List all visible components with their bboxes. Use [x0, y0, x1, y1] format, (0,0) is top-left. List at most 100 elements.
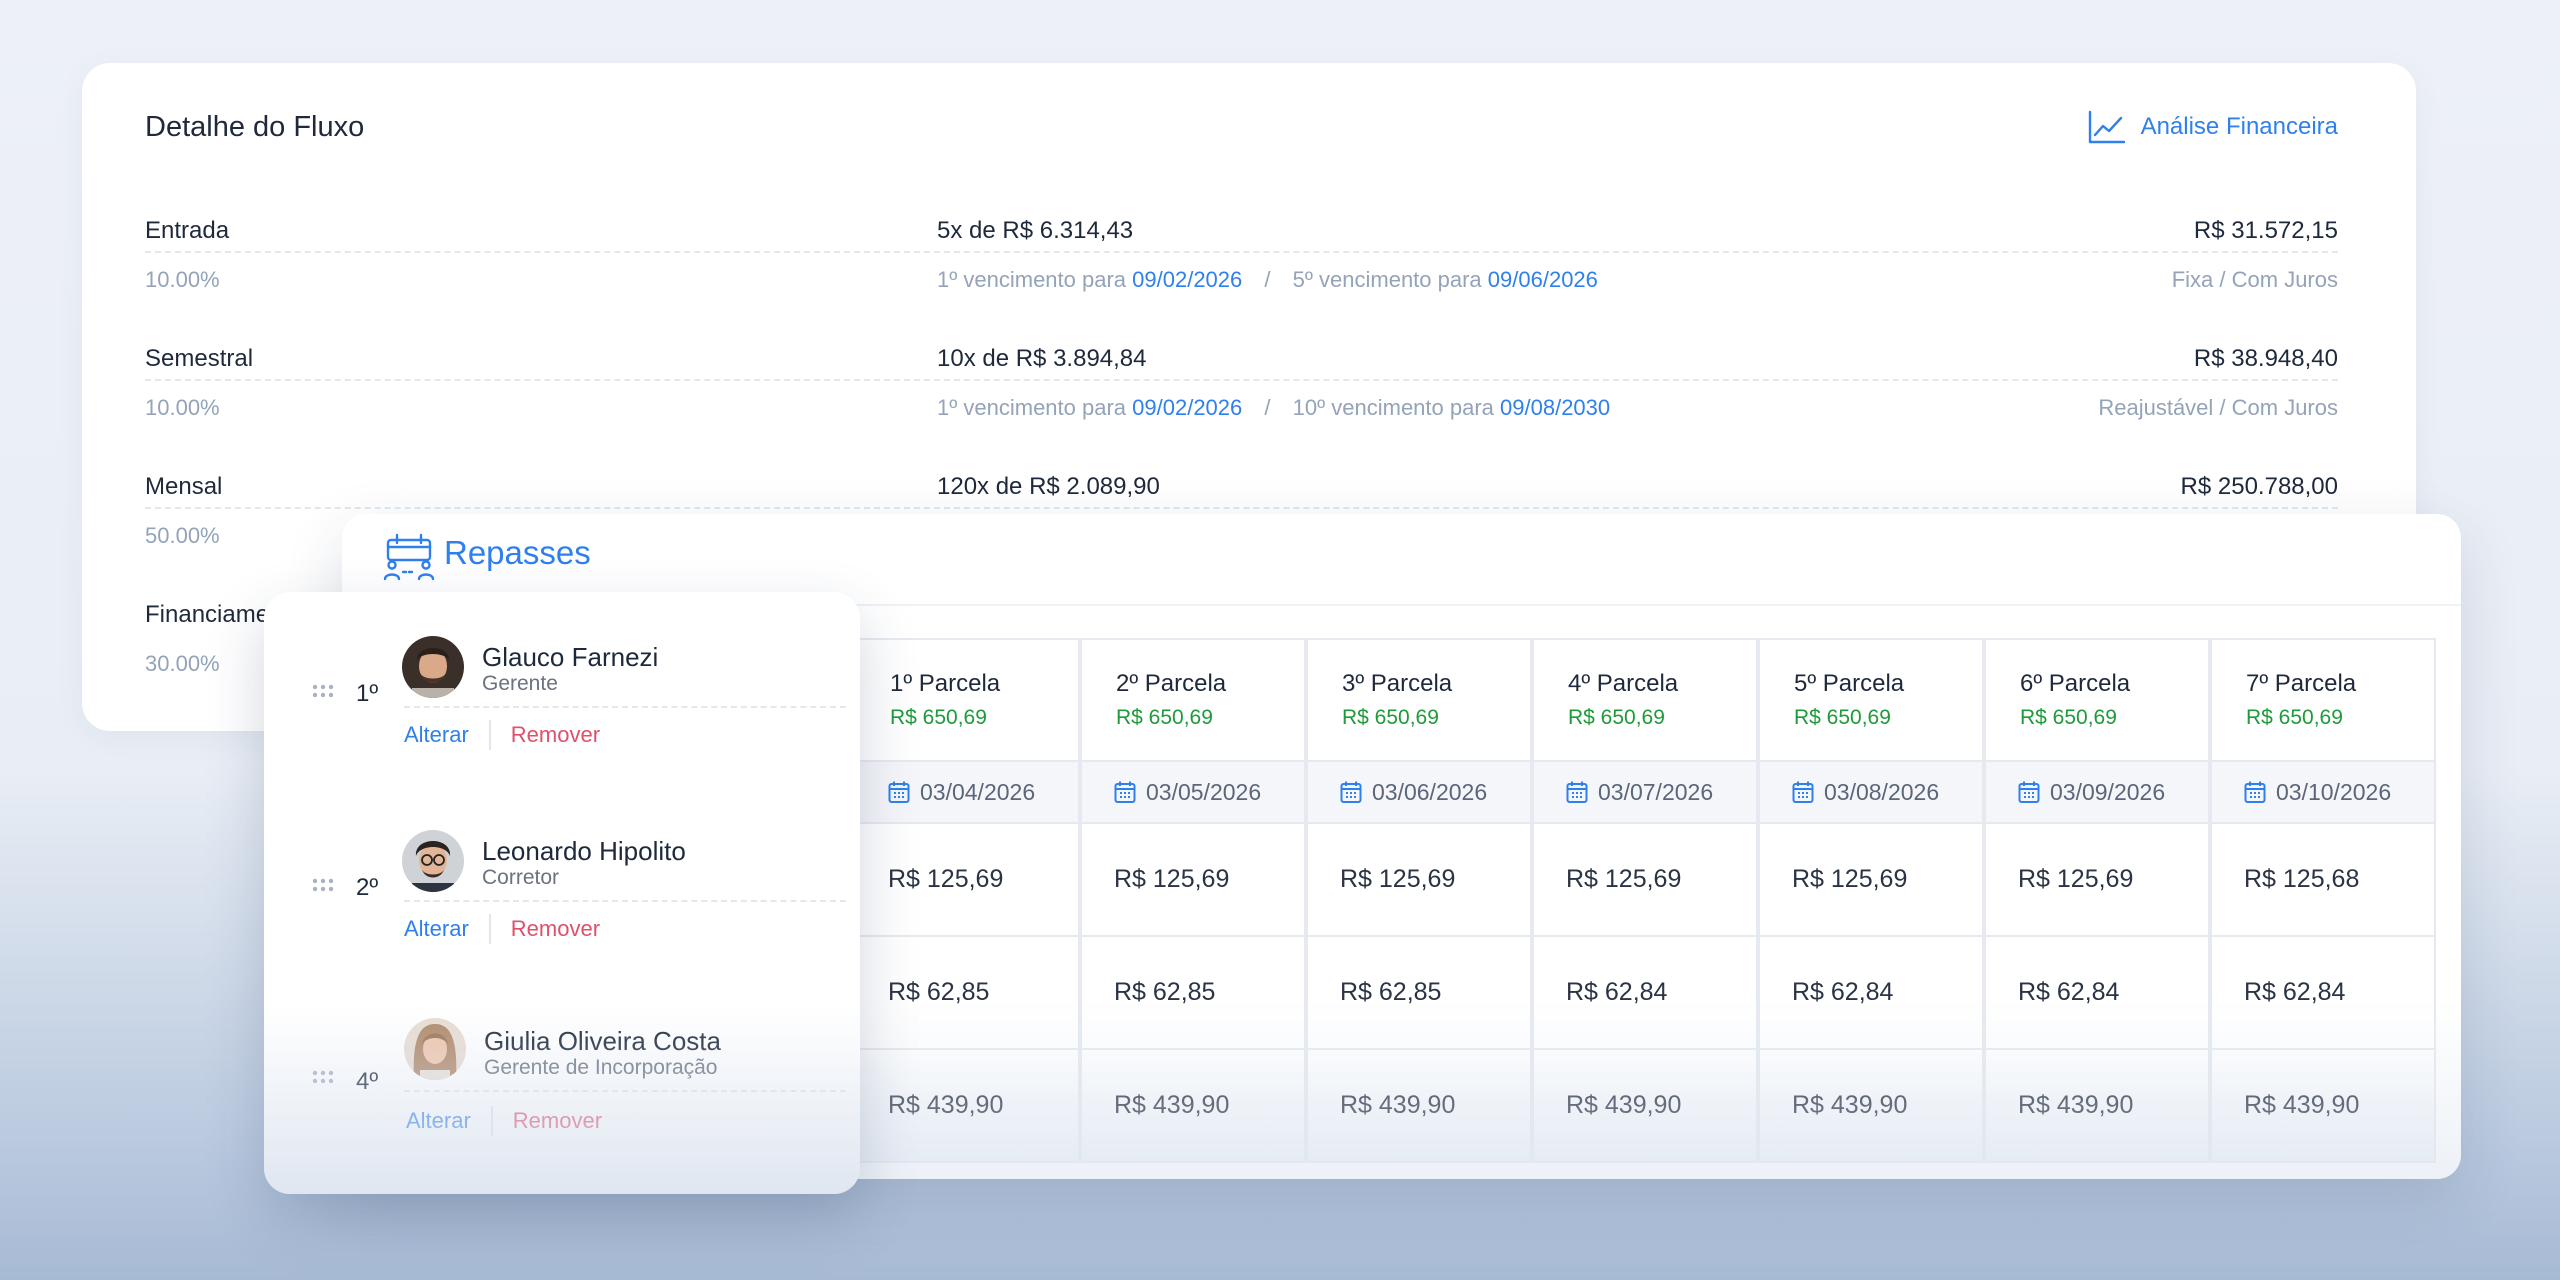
last-due-date[interactable]: 09/08/2030 [1500, 395, 1610, 420]
parcela-column: 3º Parcela R$ 650,69 03/06/2026 R$ 125,6… [1306, 638, 1532, 1163]
repasse-amount: R$ 62,85 [1306, 937, 1532, 1050]
parcela-date-text: 03/09/2026 [2050, 778, 2166, 805]
calendar-people-icon [383, 533, 435, 581]
parcela-header: 2º Parcela R$ 650,69 [1080, 638, 1306, 762]
person-item: 1º Glauco Farnezi Gerente Alterar Remove… [264, 636, 860, 796]
repasse-amount: R$ 125,69 [1306, 824, 1532, 937]
parcela-date-text: 03/06/2026 [1372, 778, 1488, 805]
person-item: 4º Giulia Oliveira Costa Gerente de Inco… [264, 1018, 860, 1186]
action-divider [488, 914, 491, 944]
repasse-amount: R$ 62,84 [1984, 937, 2210, 1050]
repasse-amount: R$ 125,69 [1080, 824, 1306, 937]
row-installments: 120x de R$ 2.089,90 [937, 473, 1160, 500]
parcela-date[interactable]: 03/05/2026 [1080, 762, 1306, 824]
parcela-column: 1º Parcela R$ 650,69 03/04/2026 R$ 125,6… [854, 638, 1080, 1163]
repasse-amount: R$ 62,84 [2210, 937, 2436, 1050]
person-role: Gerente de Incorporação [484, 1056, 718, 1079]
first-due-date[interactable]: 09/02/2026 [1132, 267, 1242, 292]
parcela-date[interactable]: 03/04/2026 [854, 762, 1080, 824]
remover-button[interactable]: Remover [511, 722, 600, 748]
alterar-button[interactable]: Alterar [406, 1108, 471, 1134]
row-percent: 10.00% [145, 395, 220, 420]
parcela-date[interactable]: 03/10/2026 [2210, 762, 2436, 824]
calendar-icon [1566, 781, 1588, 803]
person-actions: Alterar Remover [404, 720, 600, 750]
last-due-label: 5º vencimento para [1292, 267, 1482, 292]
person-divider [404, 900, 846, 902]
fluxo-title: Detalhe do Fluxo [145, 111, 365, 143]
person-role: Gerente [482, 672, 558, 695]
repasse-amount: R$ 439,90 [2210, 1050, 2436, 1163]
analise-financeira-link[interactable]: Análise Financeira [2087, 109, 2338, 145]
drag-handle-icon[interactable] [312, 1070, 334, 1084]
first-due-label: 1º vencimento para [937, 267, 1127, 292]
repasse-amount: R$ 62,85 [1080, 937, 1306, 1050]
parcela-date[interactable]: 03/08/2026 [1758, 762, 1984, 824]
parcela-header: 1º Parcela R$ 650,69 [854, 638, 1080, 762]
person-divider [404, 706, 846, 708]
avatar [404, 1018, 466, 1080]
last-due-label: 10º vencimento para [1292, 395, 1494, 420]
remover-button[interactable]: Remover [513, 1108, 602, 1134]
person-name: Leonardo Hipolito [482, 836, 686, 866]
calendar-icon [888, 781, 910, 803]
parcela-label: 2º Parcela [1116, 670, 1227, 697]
person-order: 2º [356, 874, 379, 901]
people-card: 1º Glauco Farnezi Gerente Alterar Remove… [264, 592, 860, 1194]
parcela-label: 7º Parcela [2246, 670, 2357, 697]
repasse-amount: R$ 439,90 [854, 1050, 1080, 1163]
row-name: Entrada [145, 217, 230, 244]
person-item: 2º Leonardo Hipolito Corretor Alterar Re… [264, 830, 860, 990]
person-divider [404, 1090, 846, 1092]
calendar-icon [1114, 781, 1136, 803]
parcela-value: R$ 650,69 [2246, 706, 2343, 729]
parcela-label: 6º Parcela [2020, 670, 2131, 697]
row-total: R$ 250.788,00 [2180, 473, 2338, 500]
parcela-date-text: 03/07/2026 [1598, 778, 1714, 805]
row-type: Reajustável / Com Juros [2098, 395, 2338, 420]
repasse-amount: R$ 62,85 [854, 937, 1080, 1050]
row-type: Fixa / Com Juros [2171, 267, 2338, 292]
parcela-value: R$ 650,69 [890, 706, 987, 729]
parcela-header: 5º Parcela R$ 650,69 [1758, 638, 1984, 762]
parcela-label: 3º Parcela [1342, 670, 1453, 697]
last-due-date[interactable]: 09/06/2026 [1488, 267, 1598, 292]
parcela-date[interactable]: 03/06/2026 [1306, 762, 1532, 824]
row-percent: 30.00% [145, 651, 220, 676]
repasse-amount: R$ 439,90 [1758, 1050, 1984, 1163]
row-divider [145, 467, 2338, 509]
alterar-button[interactable]: Alterar [404, 722, 469, 748]
alterar-button[interactable]: Alterar [404, 916, 469, 942]
parcela-date[interactable]: 03/07/2026 [1532, 762, 1758, 824]
repasse-amount: R$ 439,90 [1080, 1050, 1306, 1163]
person-role: Corretor [482, 866, 560, 889]
date-separator: / [1264, 267, 1271, 292]
parcela-date[interactable]: 03/09/2026 [1984, 762, 2210, 824]
parcela-header: 4º Parcela R$ 650,69 [1532, 638, 1758, 762]
parcela-value: R$ 650,69 [1794, 706, 1891, 729]
repasses-title: Repasses [444, 534, 591, 571]
row-percent: 10.00% [145, 267, 220, 292]
repasse-amount: R$ 125,69 [854, 824, 1080, 937]
date-separator: / [1264, 395, 1271, 420]
person-order: 1º [356, 680, 379, 707]
person-order: 4º [356, 1068, 379, 1095]
parcela-value: R$ 650,69 [1342, 706, 1439, 729]
row-divider [145, 339, 2338, 381]
action-divider [490, 1106, 493, 1136]
calendar-icon [1792, 781, 1814, 803]
parcela-column: 4º Parcela R$ 650,69 03/07/2026 R$ 125,6… [1532, 638, 1758, 1163]
repasse-amount: R$ 62,84 [1532, 937, 1758, 1050]
parcela-column: 7º Parcela R$ 650,69 03/10/2026 R$ 125,6… [2210, 638, 2436, 1163]
row-installments: 10x de R$ 3.894,84 [937, 345, 1147, 372]
repasse-amount: R$ 439,90 [1306, 1050, 1532, 1163]
person-name: Glauco Farnezi [482, 642, 659, 672]
row-name: Mensal [145, 473, 223, 500]
remover-button[interactable]: Remover [511, 916, 600, 942]
row-total: R$ 31.572,15 [2193, 217, 2338, 244]
drag-handle-icon[interactable] [312, 684, 334, 698]
row-installments: 5x de R$ 6.314,43 [937, 217, 1134, 244]
first-due-date[interactable]: 09/02/2026 [1132, 395, 1242, 420]
drag-handle-icon[interactable] [312, 878, 334, 892]
fluxo-row-semestral: Semestral 10x de R$ 3.894,84 R$ 38.948,4… [145, 339, 2338, 467]
